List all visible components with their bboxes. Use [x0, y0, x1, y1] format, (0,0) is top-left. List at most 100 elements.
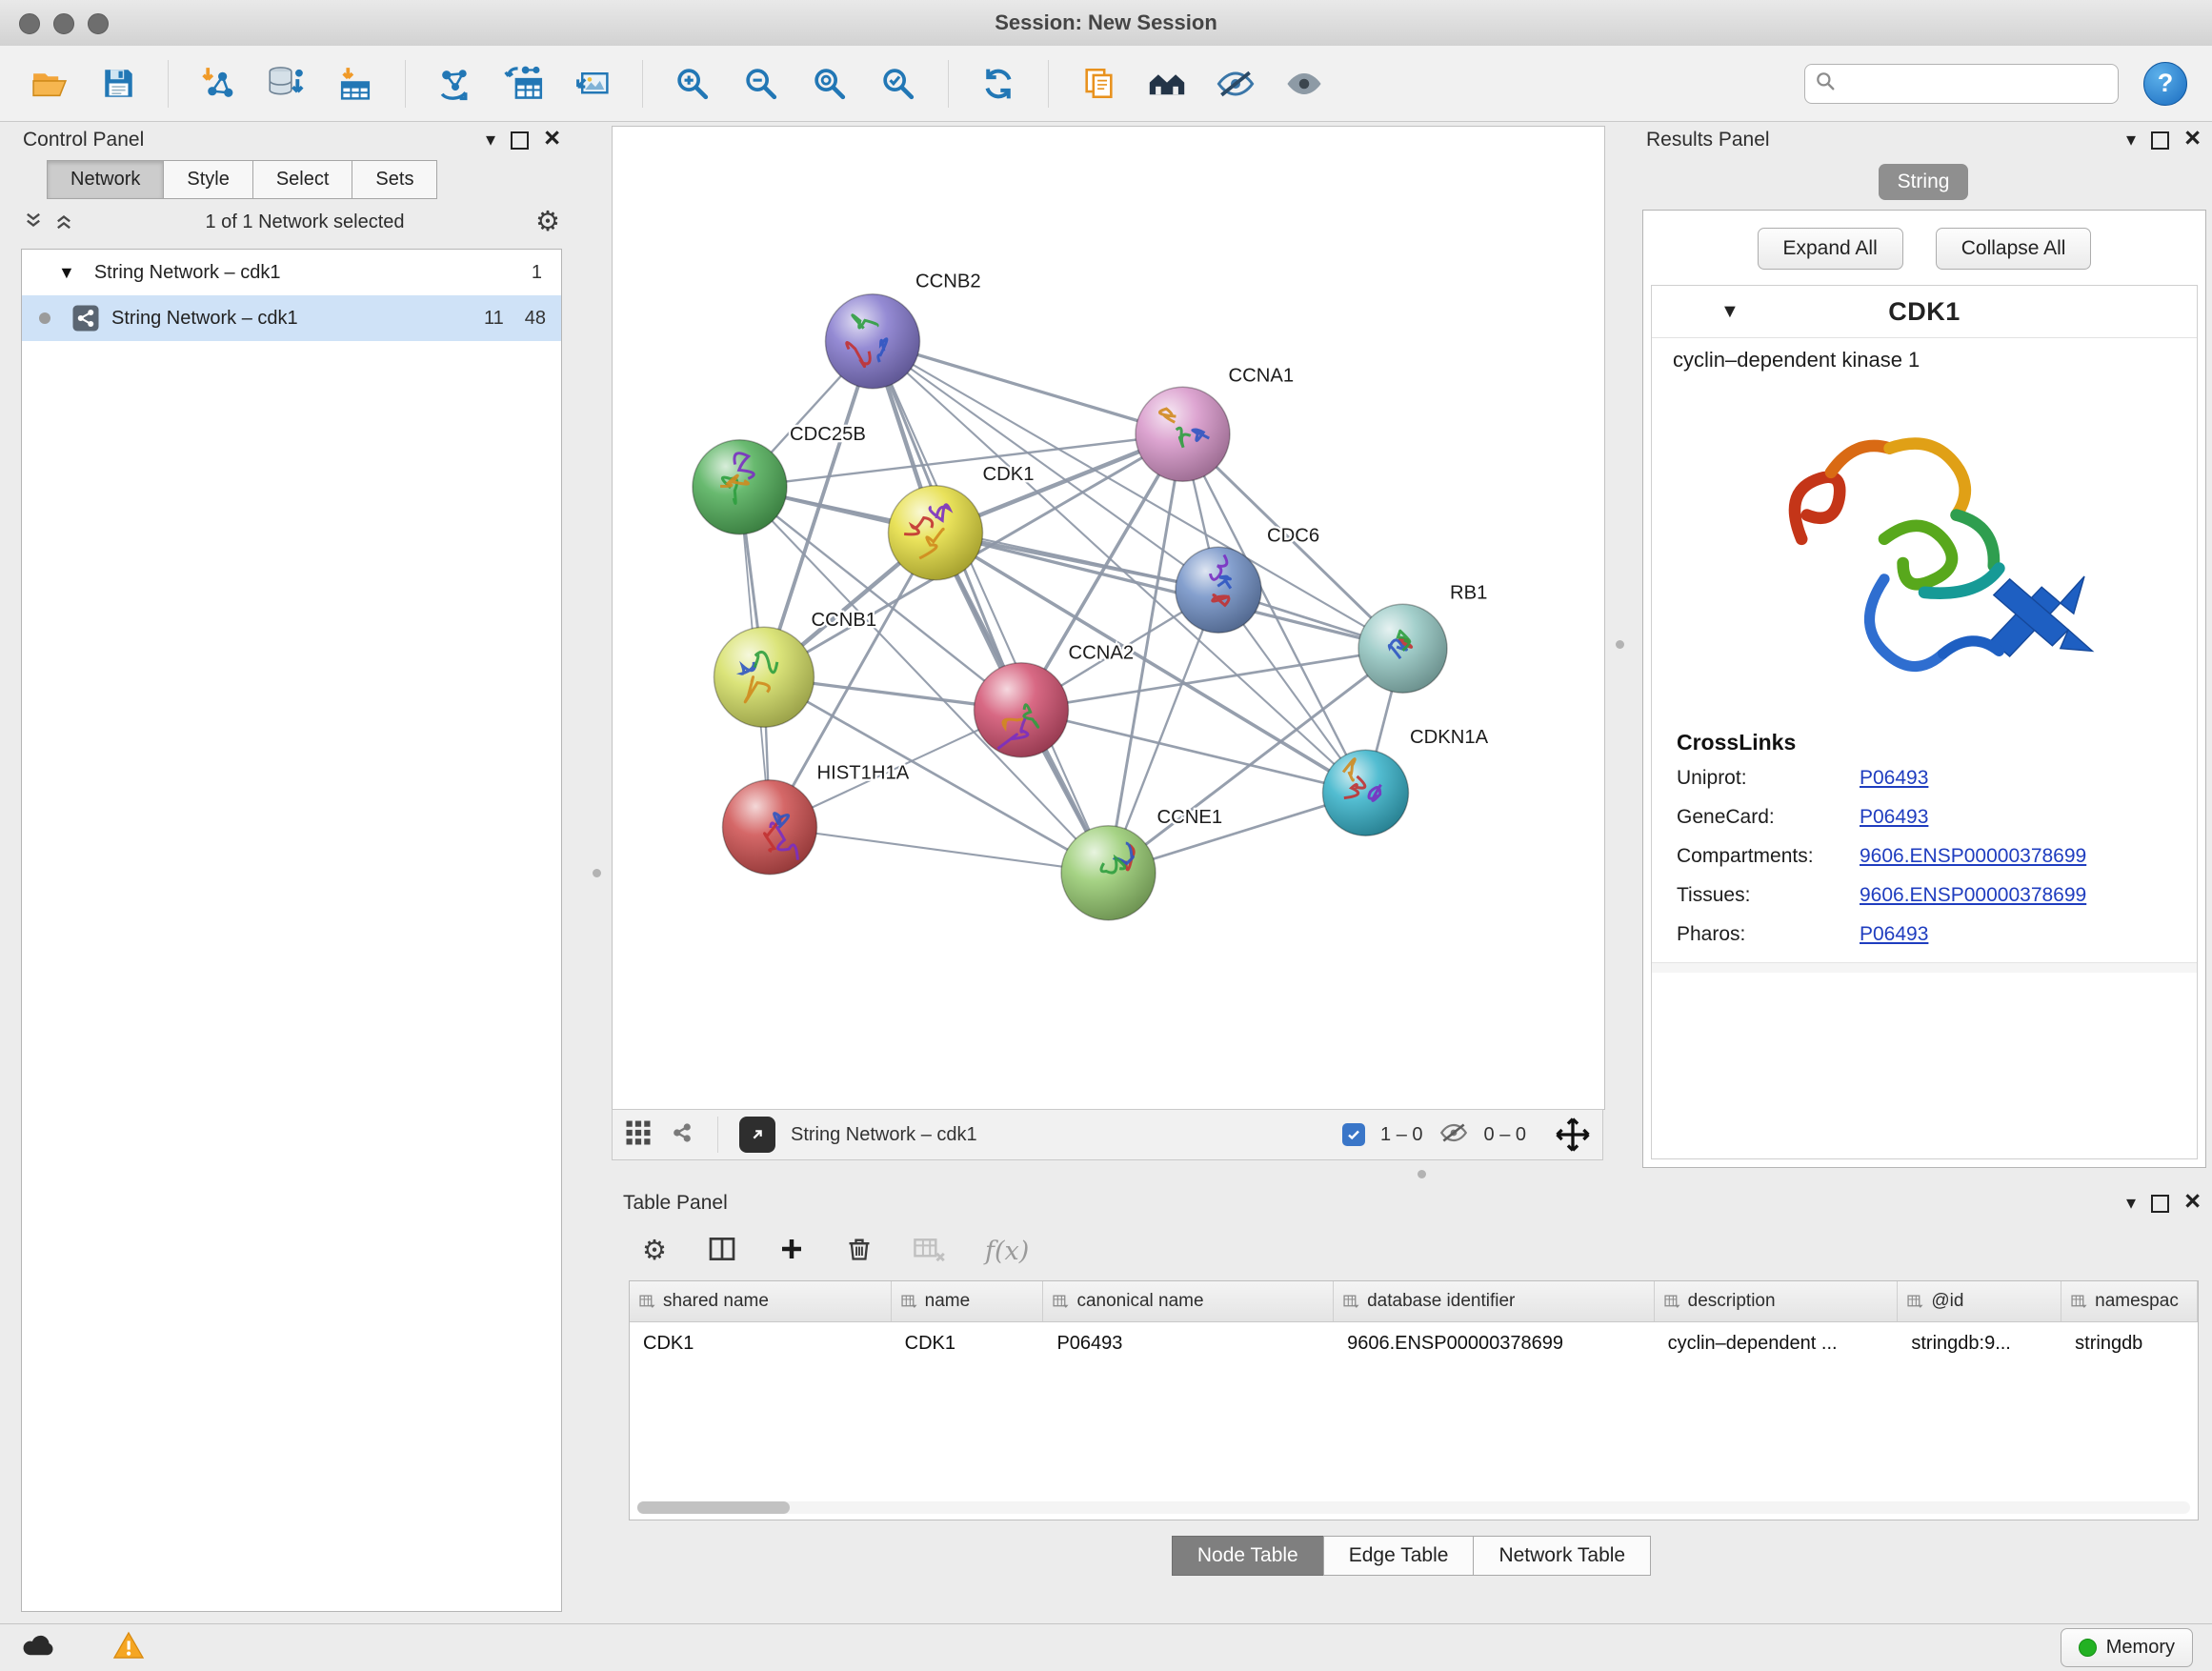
- gear-icon[interactable]: ⚙: [535, 209, 560, 236]
- network-node-CDK1[interactable]: [889, 486, 983, 580]
- table-row[interactable]: CDK1CDK1P064939606.ENSP00000378699cyclin…: [630, 1322, 2198, 1364]
- main-toolbar: ?: [0, 46, 2212, 122]
- table-cell: P06493: [1043, 1333, 1334, 1355]
- tab-string[interactable]: String: [1879, 164, 1969, 200]
- node-count: 11: [484, 308, 504, 330]
- cloud-icon[interactable]: [19, 1631, 61, 1664]
- column-header-database-identifier[interactable]: database identifier: [1334, 1281, 1655, 1321]
- tab-network[interactable]: Network: [47, 160, 164, 199]
- hide-elements-icon[interactable]: [1211, 57, 1260, 111]
- column-header-description[interactable]: description: [1655, 1281, 1899, 1321]
- zoom-in-icon[interactable]: [668, 57, 717, 111]
- string-home-icon[interactable]: [1142, 57, 1192, 111]
- collapse-section-icon[interactable]: ▼: [1720, 301, 1739, 323]
- network-node-CCNA2[interactable]: [975, 663, 1069, 757]
- panel-close-icon[interactable]: ×: [2184, 125, 2201, 152]
- expand-all-icon[interactable]: [53, 211, 74, 232]
- network-edge[interactable]: [935, 533, 1403, 649]
- node-section-header[interactable]: ▼ CDK1: [1652, 286, 2197, 338]
- tab-sets[interactable]: Sets: [352, 160, 437, 199]
- network-selected-status: 1 of 1 Network selected: [84, 211, 526, 233]
- network-canvas[interactable]: CCNB2CCNA1CDC25BCDK1CDC6RB1CCNB1CCNA2CDK…: [613, 127, 1604, 1109]
- network-table-tool-icon[interactable]: [499, 57, 549, 111]
- import-table-file-icon[interactable]: [331, 57, 380, 111]
- open-external-icon[interactable]: [739, 1117, 775, 1153]
- network-node-CDKN1A[interactable]: [1323, 750, 1409, 836]
- delete-column-icon[interactable]: [846, 1236, 873, 1267]
- node-label-CDKN1A: CDKN1A: [1410, 727, 1489, 748]
- column-header-canonical-name[interactable]: canonical name: [1043, 1281, 1334, 1321]
- splitter-handle[interactable]: [1418, 1170, 1426, 1178]
- memory-button[interactable]: Memory: [2061, 1628, 2193, 1667]
- column-header-shared-name[interactable]: shared name: [630, 1281, 892, 1321]
- hidden-eye-icon[interactable]: [1438, 1119, 1469, 1151]
- open-session-icon[interactable]: [25, 57, 74, 111]
- grid-view-icon[interactable]: [624, 1118, 653, 1152]
- network-tool-icon[interactable]: [431, 57, 480, 111]
- network-node-CCNB1[interactable]: [714, 627, 814, 727]
- selected-checkbox-icon[interactable]: [1342, 1123, 1365, 1146]
- search-input[interactable]: [1843, 71, 2108, 95]
- network-edge[interactable]: [873, 341, 1183, 434]
- results-scrollbar[interactable]: [1652, 962, 2197, 973]
- panel-close-icon[interactable]: ×: [2184, 1188, 2201, 1216]
- node-label-CCNA1: CCNA1: [1229, 365, 1295, 386]
- search-box[interactable]: [1804, 64, 2119, 104]
- column-header-namespac[interactable]: namespac: [2061, 1281, 2198, 1321]
- warning-icon[interactable]: [112, 1630, 145, 1665]
- panel-menu-icon[interactable]: ▾: [2126, 1194, 2136, 1213]
- tab-edge-table[interactable]: Edge Table: [1323, 1536, 1475, 1576]
- crosslink-link[interactable]: 9606.ENSP00000378699: [1860, 884, 2086, 907]
- network-view[interactable]: CCNB2CCNA1CDC25BCDK1CDC6RB1CCNB1CCNA2CDK…: [612, 126, 1605, 1110]
- birds-eye-icon[interactable]: [1555, 1117, 1591, 1153]
- refresh-icon[interactable]: [974, 57, 1023, 111]
- network-tree: ▼ String Network – cdk1 1 String Network…: [21, 249, 562, 1612]
- help-icon[interactable]: ?: [2143, 62, 2187, 106]
- crosslink-link[interactable]: 9606.ENSP00000378699: [1860, 845, 2086, 868]
- add-column-icon[interactable]: [777, 1235, 806, 1268]
- column-header-name[interactable]: name: [892, 1281, 1044, 1321]
- import-network-file-icon[interactable]: [193, 57, 243, 111]
- table-options-gear-icon[interactable]: ⚙: [642, 1238, 667, 1265]
- expand-all-button[interactable]: Expand All: [1758, 228, 1903, 270]
- panel-float-icon[interactable]: [2151, 1195, 2169, 1213]
- network-collection-row[interactable]: ▼ String Network – cdk1 1: [22, 250, 561, 295]
- expander-icon[interactable]: ▼: [58, 263, 75, 283]
- save-session-icon[interactable]: [93, 57, 143, 111]
- crosslink-link[interactable]: P06493: [1860, 806, 1928, 829]
- network-row-selected[interactable]: String Network – cdk1 11 48: [22, 295, 561, 341]
- tab-network-table[interactable]: Network Table: [1473, 1536, 1651, 1576]
- zoom-out-icon[interactable]: [736, 57, 786, 111]
- export-image-icon[interactable]: [568, 57, 617, 111]
- tab-node-table[interactable]: Node Table: [1172, 1536, 1324, 1576]
- tab-select[interactable]: Select: [252, 160, 353, 199]
- copy-documents-icon[interactable]: [1074, 57, 1123, 111]
- table-hscrollbar[interactable]: [637, 1501, 2190, 1514]
- network-edge[interactable]: [873, 341, 1109, 873]
- memory-status-dot: [2079, 1639, 2097, 1657]
- node-label-RB1: RB1: [1450, 582, 1487, 603]
- network-edge[interactable]: [770, 827, 1109, 873]
- column-header-@id[interactable]: @id: [1898, 1281, 2061, 1321]
- show-elements-icon[interactable]: [1279, 57, 1329, 111]
- collapse-all-icon[interactable]: [23, 210, 44, 235]
- panel-float-icon[interactable]: [2151, 131, 2169, 150]
- zoom-fit-icon[interactable]: [805, 57, 855, 111]
- crosslink-link[interactable]: P06493: [1860, 767, 1928, 790]
- collapse-all-button[interactable]: Collapse All: [1936, 228, 2092, 270]
- panel-menu-icon[interactable]: ▾: [486, 131, 495, 150]
- panel-float-icon[interactable]: [511, 131, 529, 150]
- tab-style[interactable]: Style: [163, 160, 252, 199]
- share-network-icon[interactable]: [668, 1118, 696, 1152]
- network-node-CCNB2[interactable]: [826, 294, 920, 389]
- splitter-handle[interactable]: [1616, 640, 1624, 649]
- current-network-dot: [39, 312, 50, 324]
- panel-menu-icon[interactable]: ▾: [2126, 131, 2136, 150]
- zoom-selected-icon[interactable]: [874, 57, 923, 111]
- panel-close-icon[interactable]: ×: [544, 125, 560, 152]
- crosslink-link[interactable]: P06493: [1860, 923, 1928, 946]
- splitter-handle[interactable]: [593, 869, 601, 877]
- network-node-CDC6[interactable]: [1176, 547, 1261, 633]
- import-network-database-icon[interactable]: [262, 57, 312, 111]
- show-columns-icon[interactable]: [707, 1234, 737, 1269]
